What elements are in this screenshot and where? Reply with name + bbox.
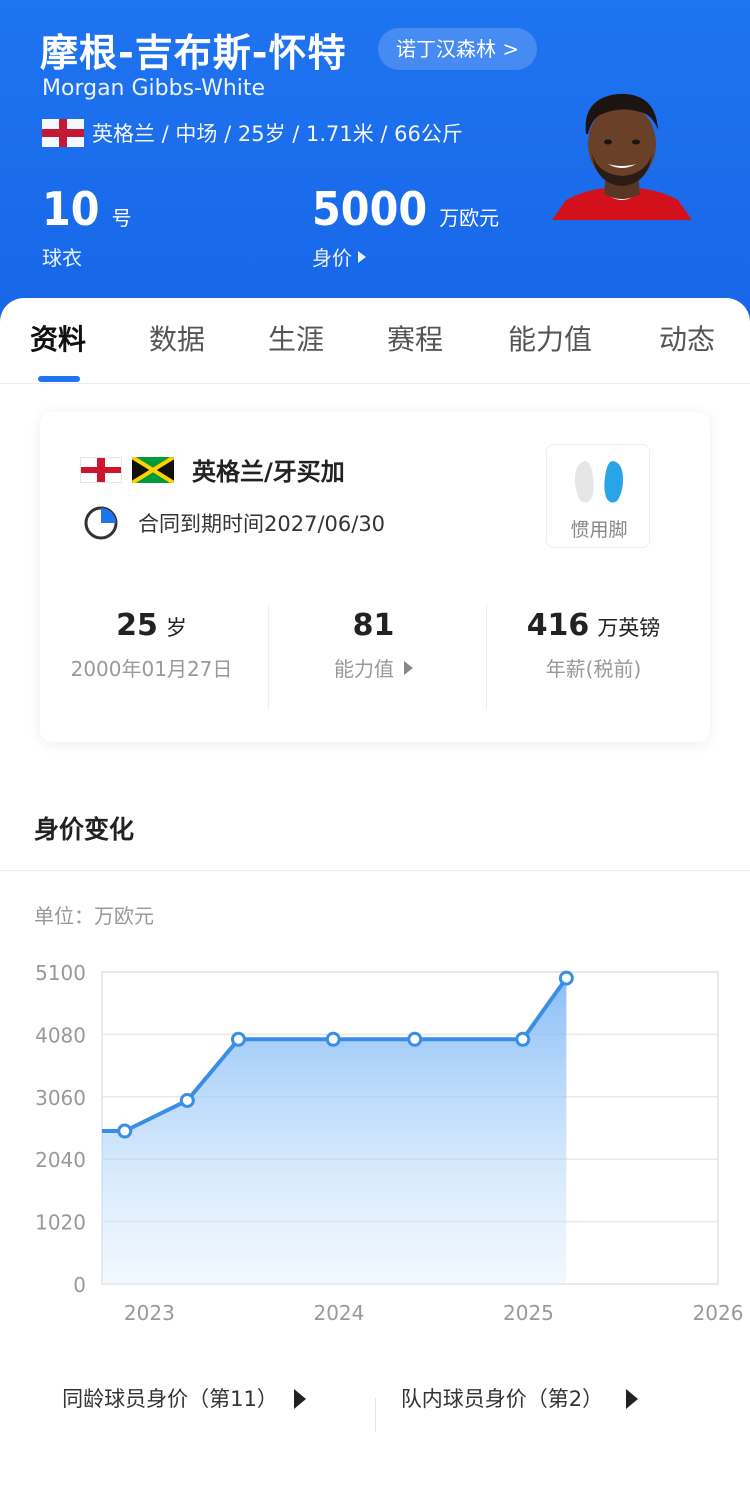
nationality-row: 英格兰/牙买加 <box>80 452 345 487</box>
age-peer-rank-link[interactable]: 同龄球员身价（第11） <box>60 1382 360 1416</box>
player-info-text: 英格兰 / 中场 / 25岁 / 1.71米 / 66公斤 <box>92 122 463 146</box>
data-point[interactable] <box>179 1092 195 1108</box>
player-avatar <box>552 88 692 220</box>
england-flag-icon <box>42 119 84 147</box>
market-value-number: 5000 <box>312 182 428 236</box>
arrow-right-icon <box>358 250 366 263</box>
chart-unit-label: 单位：万欧元 <box>34 904 154 928</box>
data-point[interactable] <box>117 1123 133 1139</box>
tab-schedule[interactable]: 赛程 <box>387 318 443 358</box>
y-tick-label: 1020 <box>35 1211 86 1235</box>
tab-bar: 资料 数据 生涯 赛程 能力值 动态 <box>0 298 750 384</box>
shirt-number-value: 10 <box>42 182 100 236</box>
y-tick-label: 4080 <box>35 1023 86 1047</box>
tab-news[interactable]: 动态 <box>659 318 715 358</box>
contract-expiry-text: 合同到期时间2027/06/30 <box>138 512 386 536</box>
birth-date: 2000年01月27日 <box>70 657 233 681</box>
arrow-right-icon <box>404 660 413 675</box>
market-value-chart: 5100 4080 3060 2040 1020 0 2023 2024 2025 2026 <box>35 961 744 1325</box>
jamaica-flag-icon <box>132 456 174 483</box>
salary-label: 年薪(税前) <box>545 657 642 681</box>
y-tick-label: 3060 <box>35 1086 86 1110</box>
salary-unit: 万英镑 <box>597 616 661 640</box>
y-tick-label: 5100 <box>35 961 86 985</box>
tab-ability[interactable]: 能力值 <box>508 318 592 358</box>
salary-value: 416 <box>526 608 590 643</box>
market-value-unit: 万欧元 <box>439 206 500 230</box>
ability-label: 能力值 <box>334 657 394 681</box>
market-value-history-title: 身价变化 <box>34 815 135 844</box>
data-point[interactable] <box>515 1031 531 1047</box>
team-rank-text: 队内球员身价（第2） <box>400 1387 604 1411</box>
divider <box>375 1398 376 1432</box>
active-tab-indicator <box>38 376 80 382</box>
team-rank-link[interactable]: 队内球员身价（第2） <box>392 1382 692 1416</box>
age-peer-rank-text: 同龄球员身价（第11） <box>62 1387 278 1411</box>
player-name-cn: 摩根-吉布斯-怀特 <box>40 31 347 75</box>
contract-clock-icon <box>84 506 118 540</box>
market-value-stat: 5000 万欧元 <box>312 182 499 236</box>
y-tick-label: 2040 <box>35 1148 86 1172</box>
contract-row: 合同到期时间2027/06/30 <box>82 504 385 542</box>
shirt-number-stat: 10 号 <box>42 182 132 236</box>
section-divider <box>0 870 750 871</box>
nationality-text: 英格兰/牙买加 <box>192 458 345 486</box>
player-header: 摩根-吉布斯-怀特 诺丁汉森林 > Morgan Gibbs-White 英格兰… <box>0 0 750 330</box>
ability-value: 81 <box>352 608 395 643</box>
salary-stat: 416 万英镑 年薪(税前) <box>482 608 705 682</box>
england-flag-icon <box>80 456 122 483</box>
x-tick-label: 2025 <box>503 1301 554 1325</box>
arrow-right-icon <box>626 1389 638 1409</box>
shirt-number-unit: 号 <box>111 206 132 230</box>
ability-stat[interactable]: 81 能力值 <box>262 608 485 682</box>
data-point[interactable] <box>325 1031 341 1047</box>
shirt-number-label: 球衣 <box>42 246 82 270</box>
data-point[interactable] <box>230 1031 246 1047</box>
data-point[interactable] <box>558 970 574 986</box>
x-tick-label: 2026 <box>693 1301 744 1325</box>
age-stat: 25 岁 2000年01月27日 <box>40 608 263 682</box>
player-info-card: 英格兰/牙买加 合同到期时间2027/06/30 惯用脚 25 岁 2000年01… <box>40 412 710 742</box>
player-name-en: Morgan Gibbs-White <box>42 76 266 101</box>
preferred-foot-label: 惯用脚 <box>570 519 628 541</box>
x-tick-label: 2023 <box>124 1301 175 1325</box>
preferred-foot-box: 惯用脚 <box>546 444 650 548</box>
age-value: 25 <box>116 608 158 643</box>
tab-stats[interactable]: 数据 <box>149 318 205 358</box>
value-area <box>102 978 567 1284</box>
arrow-right-icon <box>294 1389 306 1409</box>
market-value-link[interactable]: 身价 <box>312 242 366 271</box>
market-value-label: 身价 <box>312 246 352 270</box>
footprints-icon <box>575 461 623 503</box>
age-unit: 岁 <box>165 616 187 640</box>
tab-profile[interactable]: 资料 <box>30 318 86 358</box>
player-info-line: 英格兰 / 中场 / 25岁 / 1.71米 / 66公斤 <box>42 118 463 148</box>
x-tick-label: 2024 <box>313 1301 364 1325</box>
tab-career[interactable]: 生涯 <box>268 318 324 358</box>
data-point[interactable] <box>407 1031 423 1047</box>
club-link-button[interactable]: 诺丁汉森林 > <box>378 28 538 70</box>
y-tick-label: 0 <box>73 1273 86 1297</box>
